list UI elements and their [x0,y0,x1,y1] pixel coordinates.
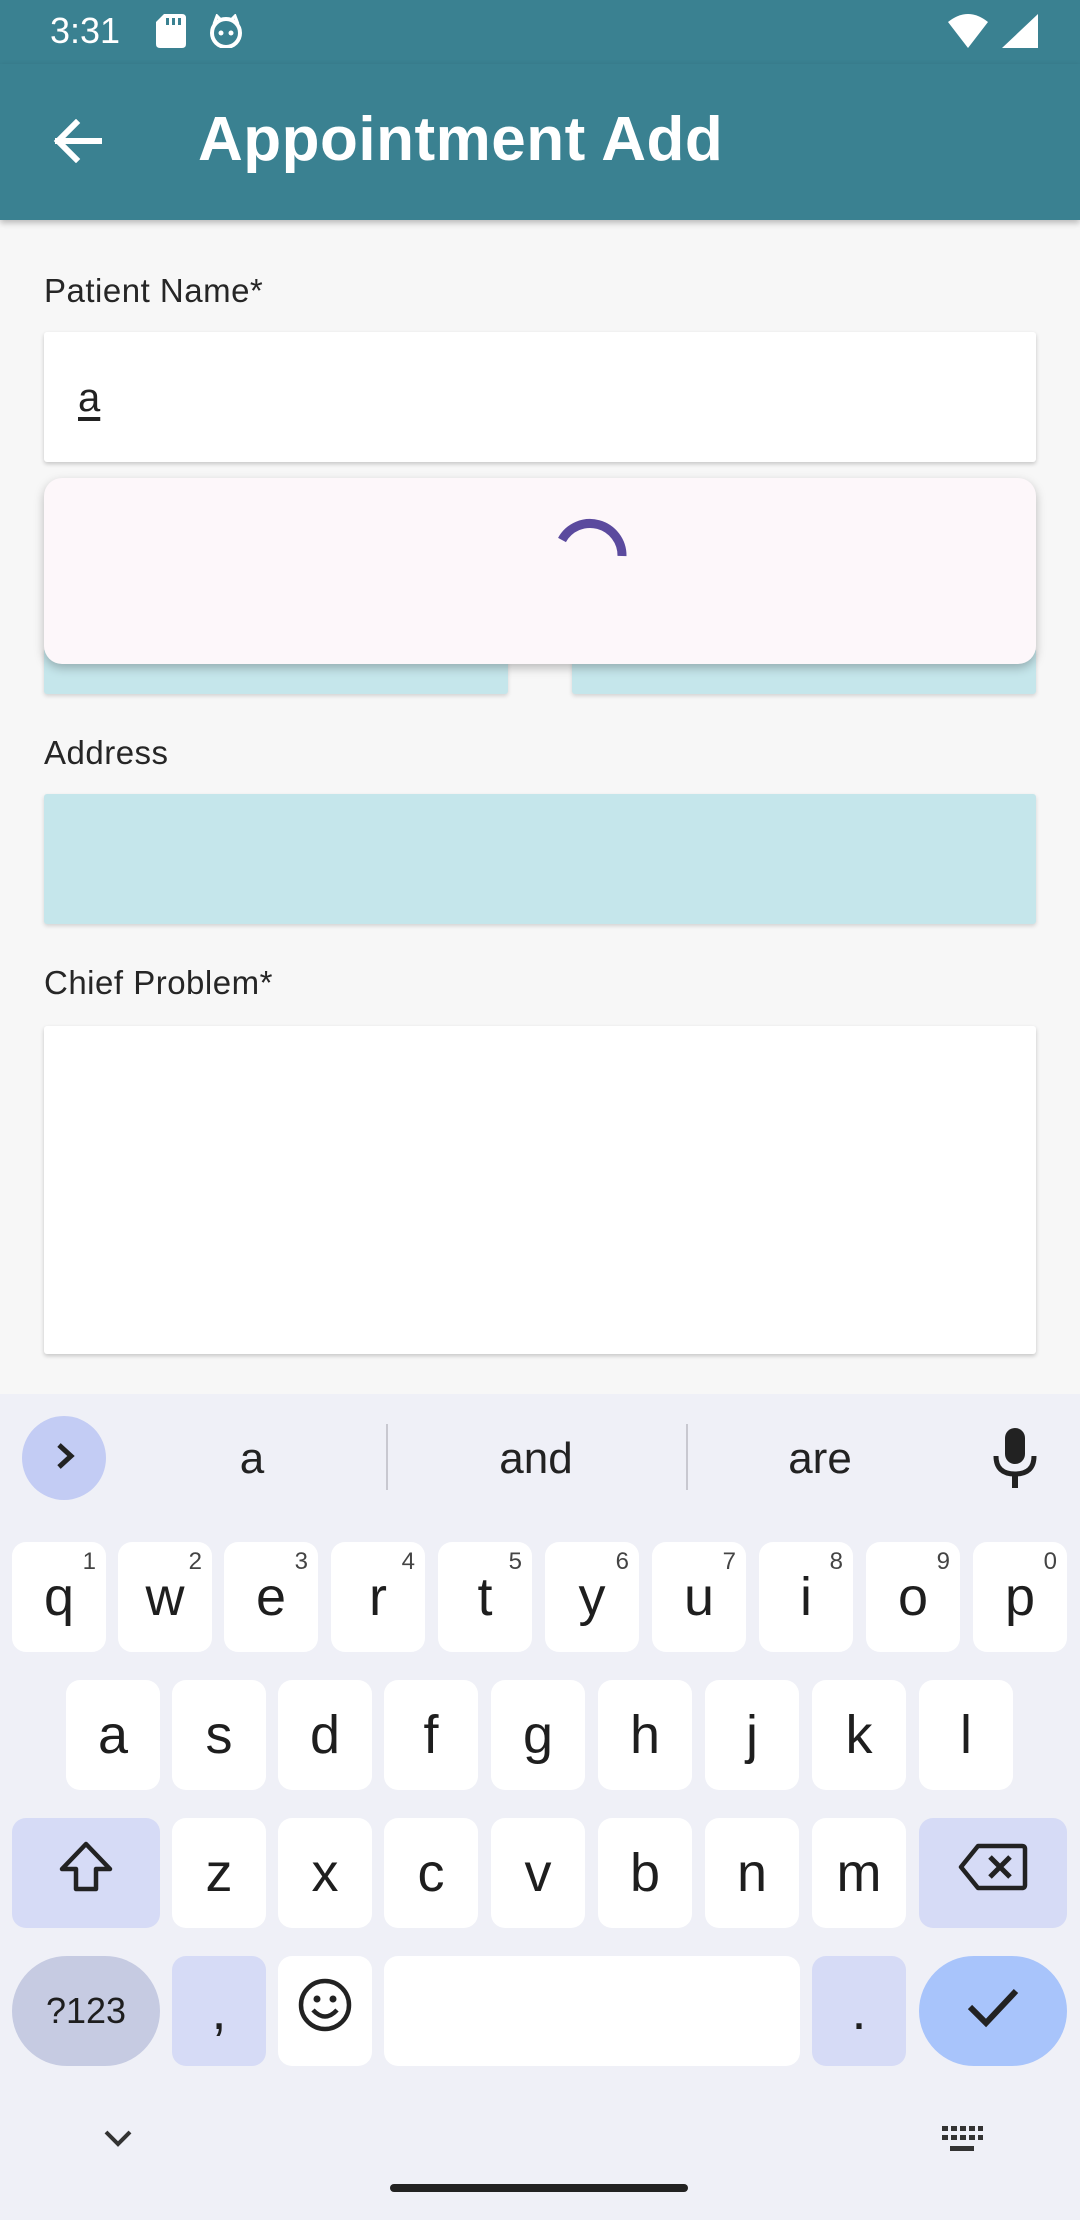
emoji-icon [297,1977,353,2046]
status-time: 3:31 [50,10,121,51]
key-c[interactable]: c [384,1818,478,1928]
arrow-back-icon [52,118,103,168]
hide-keyboard-button[interactable] [98,2124,138,2159]
key-v[interactable]: v [491,1818,585,1928]
status-bar: 3:31 [0,0,1080,64]
check-icon [966,1980,1020,2042]
address-label: Address [44,734,169,771]
chevron-right-icon [47,1439,81,1478]
suggestion-3[interactable]: are [730,1434,910,1484]
wifi-icon [948,14,988,53]
soft-keyboard: a and are q1 w2 e3 r4 t5 y6 u7 i8 o9 p0 … [0,1394,1080,2220]
key-f[interactable]: f [384,1680,478,1790]
key-y[interactable]: y6 [545,1542,639,1652]
key-t[interactable]: t5 [438,1542,532,1652]
suggestion-strip: a and are [0,1394,1080,1524]
chief-problem-label: Chief Problem* [44,964,273,1001]
key-s[interactable]: s [172,1680,266,1790]
patient-name-input[interactable]: a [44,332,1036,462]
period-key[interactable]: . [812,1956,906,2066]
key-h[interactable]: h [598,1680,692,1790]
key-k[interactable]: k [812,1680,906,1790]
shift-icon [58,1839,114,1908]
key-b[interactable]: b [598,1818,692,1928]
cat-icon [208,13,244,53]
suggestion-1[interactable]: a [160,1434,344,1484]
key-u[interactable]: u7 [652,1542,746,1652]
key-n[interactable]: n [705,1818,799,1928]
key-x[interactable]: x [278,1818,372,1928]
key-i[interactable]: i8 [759,1542,853,1652]
key-l[interactable]: l [919,1680,1013,1790]
home-indicator[interactable] [390,2184,688,2192]
emoji-key[interactable] [278,1956,372,2066]
suggestion-2[interactable]: and [430,1434,642,1484]
divider [386,1424,388,1490]
shift-key[interactable] [12,1818,160,1928]
key-z[interactable]: z [172,1818,266,1928]
key-w[interactable]: w2 [118,1542,212,1652]
sd-card-icon [156,14,186,53]
back-button[interactable] [42,108,112,178]
backspace-key[interactable] [919,1818,1067,1928]
key-e[interactable]: e3 [224,1542,318,1652]
page-title: Appointment Add [198,105,724,174]
patient-name-label: Patient Name* [44,272,264,309]
key-o[interactable]: o9 [866,1542,960,1652]
appointment-form: Patient Name* a Address Chief Problem* [0,248,1080,1394]
key-r[interactable]: r4 [331,1542,425,1652]
key-g[interactable]: g [491,1680,585,1790]
key-q[interactable]: q1 [12,1542,106,1652]
microphone-icon [990,1428,1040,1496]
keyboard-nav-row [0,2080,1080,2220]
space-key[interactable] [384,1956,800,2066]
autocomplete-popup [44,478,1036,664]
key-a[interactable]: a [66,1680,160,1790]
divider [686,1424,688,1490]
key-d[interactable]: d [278,1680,372,1790]
expand-toolbar-button[interactable] [22,1416,106,1500]
symbols-key[interactable]: ?123 [12,1956,160,2066]
patient-name-value: a [78,376,101,420]
keyboard-switch-icon[interactable] [940,2124,984,2161]
loading-spinner-icon [540,512,640,612]
enter-key[interactable] [919,1956,1067,2066]
address-input[interactable] [44,794,1036,924]
key-m[interactable]: m [812,1818,906,1928]
signal-icon [1002,14,1038,53]
microphone-button[interactable] [990,1426,1040,1497]
chief-problem-input[interactable] [44,1026,1036,1354]
comma-key[interactable]: , [172,1956,266,2066]
key-p[interactable]: p0 [973,1542,1067,1652]
app-bar: Appointment Add [0,64,1080,220]
key-j[interactable]: j [705,1680,799,1790]
backspace-icon [958,1842,1028,1904]
